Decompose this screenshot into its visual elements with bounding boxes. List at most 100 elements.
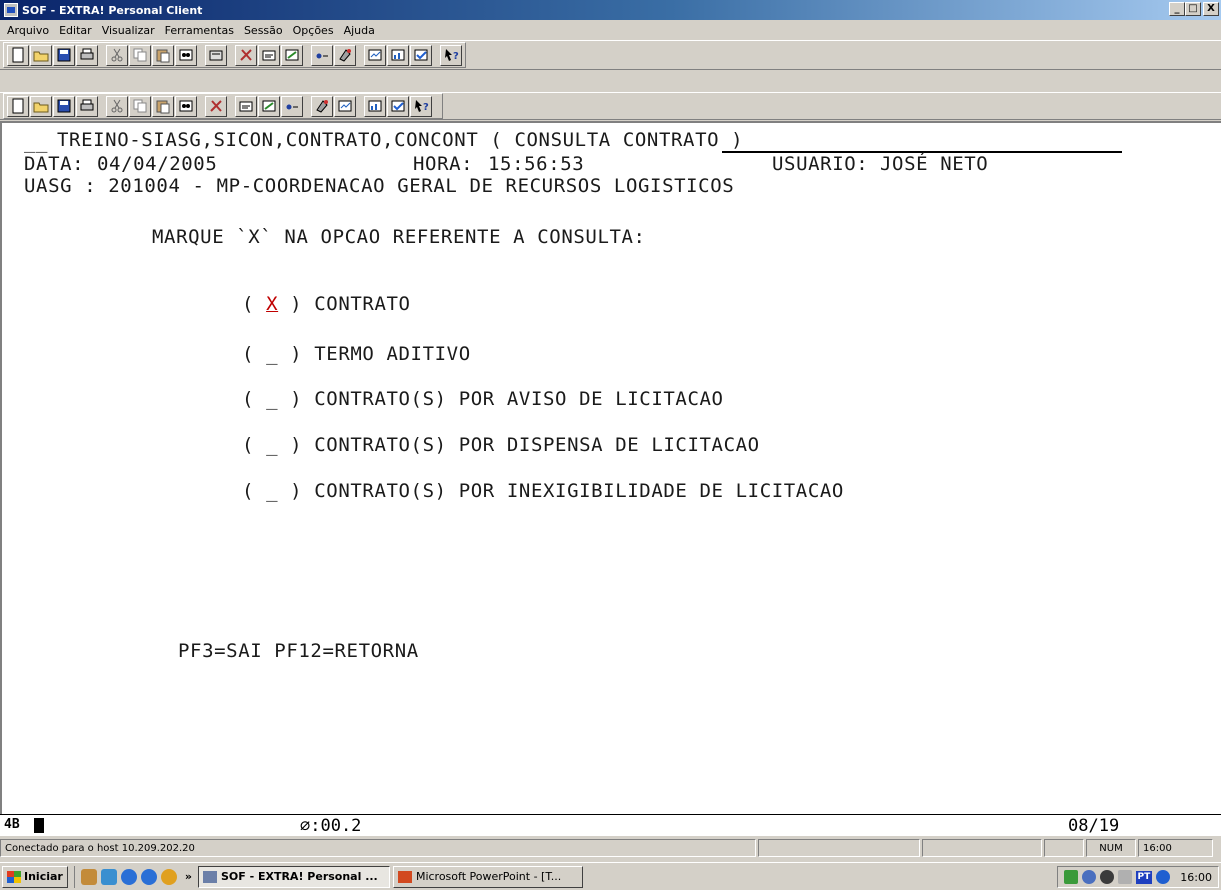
instruction-text: MARQUE `X` NA OPCAO REFERENTE A CONSULTA…: [152, 226, 646, 248]
menu-ajuda[interactable]: Ajuda: [339, 24, 380, 37]
uasg-line: UASG : 201004 - MP-COORDENACAO GERAL DE …: [24, 175, 735, 197]
option-mark[interactable]: _: [266, 434, 278, 456]
ie-icon[interactable]: [120, 868, 137, 885]
option-row[interactable]: ( _ ) CONTRATO(S) POR INEXIGIBILIDADE DE…: [242, 480, 844, 502]
macro-icon[interactable]: [258, 44, 280, 66]
task-extra-client[interactable]: SOF - EXTRA! Personal ...: [197, 865, 390, 888]
start-label: Iniciar: [24, 870, 63, 883]
terminal-screen[interactable]: _ _ TREINO-SIASG,SICON,CONTRATO,CONCONT (…: [0, 121, 1221, 814]
media-icon[interactable]: [1099, 870, 1114, 884]
open-icon[interactable]: [30, 44, 52, 66]
header-path: TREINO-SIASG,SICON,CONTRATO,CONCONT ( CO…: [57, 129, 744, 151]
option-label: CONTRATO(S) POR DISPENSA DE LICITACAO: [314, 434, 760, 456]
user-value: JOSÉ NETO: [880, 153, 989, 175]
option-mark[interactable]: _: [266, 388, 278, 410]
menu-editar[interactable]: Editar: [54, 24, 97, 37]
save-icon[interactable]: [53, 95, 75, 117]
chart-icon[interactable]: [387, 44, 409, 66]
find-icon[interactable]: [175, 95, 197, 117]
status-cell-empty: [1044, 839, 1084, 857]
cursor-position: 08/19: [1068, 816, 1120, 836]
option-row[interactable]: ( _ ) TERMO ADITIVO: [242, 343, 471, 365]
menu-ferramentas[interactable]: Ferramentas: [160, 24, 239, 37]
toolbar-main-buttons: ?: [3, 42, 466, 68]
check-icon[interactable]: [387, 95, 409, 117]
app-icon: [4, 3, 18, 17]
macro-icon[interactable]: [235, 95, 257, 117]
user-label: USUARIO:: [772, 153, 869, 175]
close-button[interactable]: X: [1203, 2, 1219, 16]
copy-icon[interactable]: [129, 44, 151, 66]
volume-icon[interactable]: [1117, 870, 1132, 884]
chevron-icon[interactable]: »: [185, 870, 192, 883]
toolbar-main: ?: [0, 40, 1221, 70]
option-row[interactable]: ( X ) CONTRATO: [242, 293, 411, 315]
language-indicator[interactable]: PT: [1135, 870, 1153, 884]
toolbar-session: ?: [0, 92, 1221, 120]
chart-icon[interactable]: [364, 95, 386, 117]
connection-icon[interactable]: [1156, 870, 1171, 884]
print-icon[interactable]: [76, 44, 98, 66]
record-icon[interactable]: [281, 95, 303, 117]
maximize-button[interactable]: □: [1185, 2, 1201, 16]
paste-icon[interactable]: [152, 44, 174, 66]
cut-icon[interactable]: [106, 44, 128, 66]
option-mark[interactable]: _: [266, 343, 278, 365]
ie-icon[interactable]: [140, 868, 157, 885]
print-icon[interactable]: [76, 95, 98, 117]
cut-icon[interactable]: [106, 95, 128, 117]
show-desktop-icon[interactable]: [80, 868, 97, 885]
num-lock-indicator: NUM: [1086, 839, 1136, 857]
edit-icon[interactable]: [281, 44, 303, 66]
operator-info-area: 4B ⌀:00.2 08/19: [0, 814, 1221, 836]
windows-taskbar: Iniciar » SOF - EXTRA! Personal ... Micr…: [0, 862, 1221, 890]
help-icon[interactable]: ?: [410, 95, 432, 117]
minimize-button[interactable]: _: [1169, 2, 1185, 16]
cursor-block: [34, 818, 44, 833]
menu-opcoes[interactable]: Opções: [288, 24, 339, 37]
status-bar: Conectado para o host 10.209.202.20 NUM …: [0, 837, 1221, 859]
task-powerpoint[interactable]: Microsoft PowerPoint - [T...: [392, 865, 583, 888]
response-timer: ⌀:00.2: [300, 816, 362, 836]
tools-icon[interactable]: [205, 95, 227, 117]
menu-sessao[interactable]: Sessão: [239, 24, 288, 37]
option-label: TERMO ADITIVO: [314, 343, 471, 365]
system-tray: PT 16:00: [1056, 866, 1219, 888]
find-icon[interactable]: [175, 44, 197, 66]
tools-icon[interactable]: [235, 44, 257, 66]
copy-icon[interactable]: [129, 95, 151, 117]
date-value: 04/04/2005: [97, 153, 218, 175]
save-icon[interactable]: [53, 44, 75, 66]
check-icon[interactable]: [410, 44, 432, 66]
settings-icon[interactable]: [334, 44, 356, 66]
outlook-icon[interactable]: [100, 868, 117, 885]
taskbar-clock: 16:00: [1180, 870, 1212, 884]
start-button[interactable]: Iniciar: [2, 865, 68, 888]
option-mark[interactable]: _: [266, 480, 278, 502]
option-row[interactable]: ( _ ) CONTRATO(S) POR AVISO DE LICITACAO: [242, 388, 724, 410]
status-clock: 16:00: [1138, 839, 1213, 857]
edit-icon[interactable]: [258, 95, 280, 117]
new-icon[interactable]: [7, 95, 29, 117]
menu-arquivo[interactable]: Arquivo: [2, 24, 54, 37]
reports-icon[interactable]: [364, 44, 386, 66]
record-icon[interactable]: [311, 44, 333, 66]
open-folder-icon[interactable]: [205, 44, 227, 66]
svg-text:?: ?: [423, 102, 429, 113]
open-icon[interactable]: [30, 95, 52, 117]
paste-icon[interactable]: [152, 95, 174, 117]
settings-icon[interactable]: [311, 95, 333, 117]
network-icon[interactable]: [1063, 870, 1078, 884]
help-icon[interactable]: ?: [440, 44, 462, 66]
media-player-icon[interactable]: [160, 868, 177, 885]
option-row[interactable]: ( _ ) CONTRATO(S) POR DISPENSA DE LICITA…: [242, 434, 760, 456]
option-label: CONTRATO(S) POR AVISO DE LICITACAO: [314, 388, 724, 410]
option-mark[interactable]: X: [266, 293, 278, 315]
new-icon[interactable]: [7, 44, 29, 66]
menu-bar: Arquivo Editar Visualizar Ferramentas Se…: [0, 20, 1221, 40]
svg-text:?: ?: [453, 51, 459, 62]
menu-visualizar[interactable]: Visualizar: [97, 24, 160, 37]
reports-icon[interactable]: [334, 95, 356, 117]
antivirus-icon[interactable]: [1081, 870, 1096, 884]
quick-launch: [73, 865, 177, 888]
